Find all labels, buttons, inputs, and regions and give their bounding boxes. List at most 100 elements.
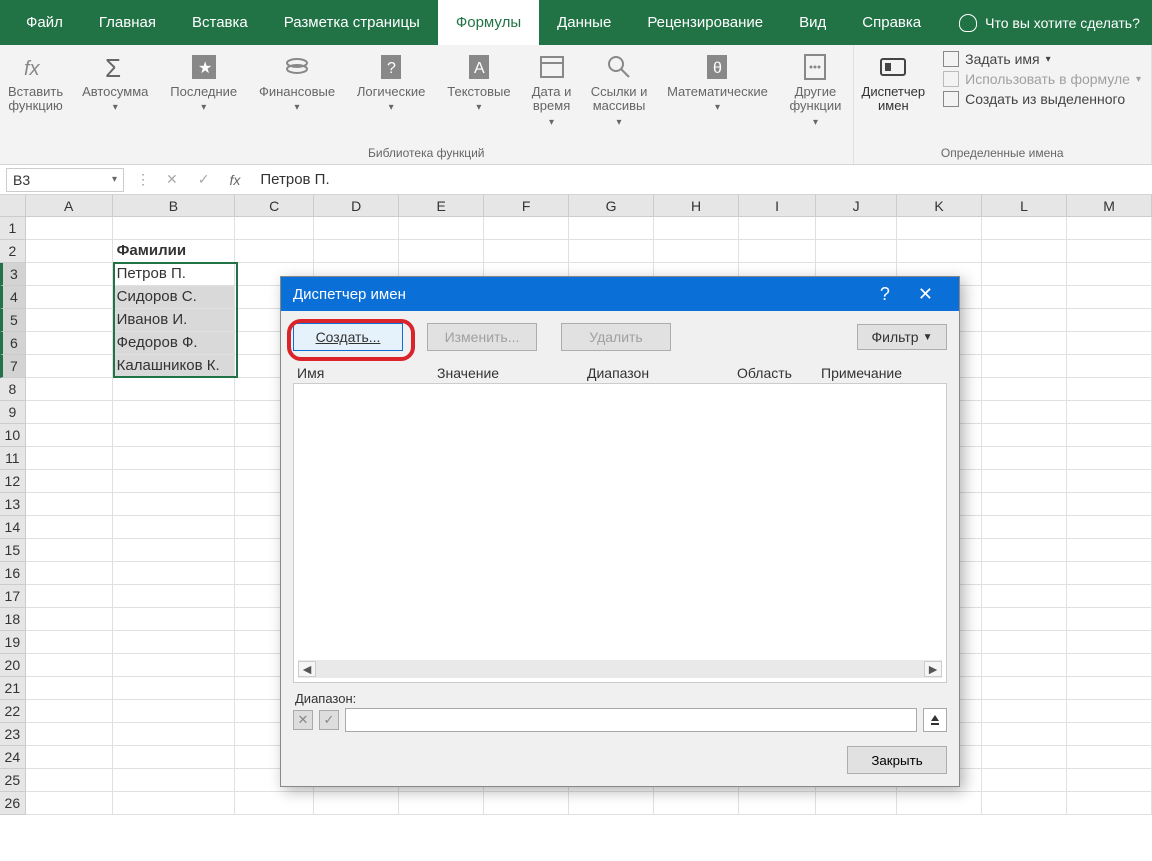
cell[interactable] xyxy=(1067,309,1152,332)
cell[interactable] xyxy=(1067,562,1152,585)
row-header[interactable]: 6 xyxy=(0,332,26,355)
use-in-formula-button[interactable]: Использовать в формуле ▾ xyxy=(943,71,1141,87)
edit-button[interactable]: Изменить... xyxy=(427,323,537,351)
row-header[interactable]: 26 xyxy=(0,792,26,815)
cell[interactable] xyxy=(113,562,235,585)
cell[interactable] xyxy=(982,700,1067,723)
cell[interactable] xyxy=(739,792,816,815)
cell[interactable] xyxy=(982,470,1067,493)
accept-range-icon[interactable]: ✓ xyxy=(319,710,339,730)
cell[interactable] xyxy=(399,217,484,240)
cell[interactable] xyxy=(654,240,739,263)
cell[interactable]: Сидоров С. xyxy=(113,286,235,309)
close-icon[interactable]: ✕ xyxy=(904,284,947,305)
cell[interactable] xyxy=(113,516,235,539)
cell[interactable] xyxy=(113,585,235,608)
check-icon[interactable]: ✓ xyxy=(188,171,220,188)
cell[interactable] xyxy=(1067,654,1152,677)
row-header[interactable]: 5 xyxy=(0,309,26,332)
name-list[interactable]: ◄ ► xyxy=(293,383,947,683)
cell[interactable] xyxy=(654,217,739,240)
cell[interactable] xyxy=(982,562,1067,585)
cell[interactable] xyxy=(26,424,113,447)
cell[interactable] xyxy=(897,792,982,815)
row-header[interactable]: 22 xyxy=(0,700,26,723)
cell[interactable] xyxy=(113,769,235,792)
row-header[interactable]: 24 xyxy=(0,746,26,769)
recent-button[interactable]: ★ Последние xyxy=(159,45,248,146)
autosum-button[interactable]: Σ Автосумма xyxy=(71,45,159,146)
cell[interactable] xyxy=(113,654,235,677)
cell[interactable] xyxy=(399,240,484,263)
cell[interactable] xyxy=(569,240,654,263)
cell[interactable] xyxy=(1067,677,1152,700)
cell[interactable] xyxy=(982,654,1067,677)
range-input[interactable] xyxy=(345,708,917,732)
cell[interactable] xyxy=(982,447,1067,470)
cell[interactable] xyxy=(113,470,235,493)
menu-tab[interactable]: Вид xyxy=(781,0,844,45)
define-name-button[interactable]: Задать имя ▾ xyxy=(943,51,1141,67)
cell[interactable] xyxy=(26,217,113,240)
lookup-button[interactable]: Ссылки и массивы xyxy=(582,45,657,146)
column-header[interactable]: K xyxy=(897,195,982,216)
menu-tab[interactable]: Данные xyxy=(539,0,629,45)
column-header[interactable]: B xyxy=(113,195,236,216)
row-header[interactable]: 20 xyxy=(0,654,26,677)
column-header[interactable]: I xyxy=(739,195,816,216)
scroll-left-icon[interactable]: ◄ xyxy=(298,661,316,677)
help-icon[interactable]: ? xyxy=(866,284,904,305)
col-scope[interactable]: Область xyxy=(737,365,821,381)
cell[interactable] xyxy=(1067,470,1152,493)
cell[interactable]: Федоров Ф. xyxy=(113,332,235,355)
tell-me-box[interactable]: Что вы хотите сделать? xyxy=(959,14,1140,32)
cell[interactable] xyxy=(1067,631,1152,654)
fx-icon[interactable]: fx xyxy=(219,172,250,188)
cell[interactable] xyxy=(113,746,235,769)
cell[interactable] xyxy=(1067,447,1152,470)
row-header[interactable]: 19 xyxy=(0,631,26,654)
cell[interactable] xyxy=(982,516,1067,539)
cell[interactable] xyxy=(982,217,1067,240)
cell[interactable] xyxy=(26,355,113,378)
cell[interactable] xyxy=(739,217,816,240)
scroll-right-icon[interactable]: ► xyxy=(924,661,942,677)
cell[interactable] xyxy=(484,792,569,815)
row-header[interactable]: 15 xyxy=(0,539,26,562)
cell[interactable] xyxy=(113,217,235,240)
cell[interactable] xyxy=(26,585,113,608)
row-header[interactable]: 2 xyxy=(0,240,26,263)
cell[interactable] xyxy=(1067,539,1152,562)
cell[interactable] xyxy=(26,746,113,769)
cell[interactable] xyxy=(26,309,113,332)
cell[interactable] xyxy=(26,240,113,263)
cell[interactable] xyxy=(982,355,1067,378)
cell[interactable] xyxy=(484,217,569,240)
cell[interactable] xyxy=(1067,608,1152,631)
cell[interactable] xyxy=(1067,700,1152,723)
cell[interactable] xyxy=(235,217,314,240)
cell[interactable] xyxy=(982,424,1067,447)
cell[interactable]: Петров П. xyxy=(113,263,235,286)
cell[interactable] xyxy=(1067,286,1152,309)
select-all-corner[interactable] xyxy=(0,195,26,216)
cell[interactable] xyxy=(1067,240,1152,263)
horizontal-scrollbar[interactable]: ◄ ► xyxy=(298,660,942,678)
cell[interactable] xyxy=(1067,424,1152,447)
cell[interactable] xyxy=(982,539,1067,562)
cell[interactable] xyxy=(26,723,113,746)
close-button[interactable]: Закрыть xyxy=(847,746,947,774)
column-header[interactable]: L xyxy=(982,195,1067,216)
row-header[interactable]: 17 xyxy=(0,585,26,608)
cell[interactable] xyxy=(113,447,235,470)
cell[interactable] xyxy=(26,378,113,401)
row-header[interactable]: 11 xyxy=(0,447,26,470)
cell[interactable] xyxy=(654,792,739,815)
cell[interactable] xyxy=(26,470,113,493)
cell[interactable] xyxy=(26,631,113,654)
cell[interactable] xyxy=(113,424,235,447)
cell[interactable] xyxy=(1067,792,1152,815)
row-header[interactable]: 1 xyxy=(0,217,26,240)
cell[interactable] xyxy=(816,792,897,815)
row-header[interactable]: 4 xyxy=(0,286,26,309)
